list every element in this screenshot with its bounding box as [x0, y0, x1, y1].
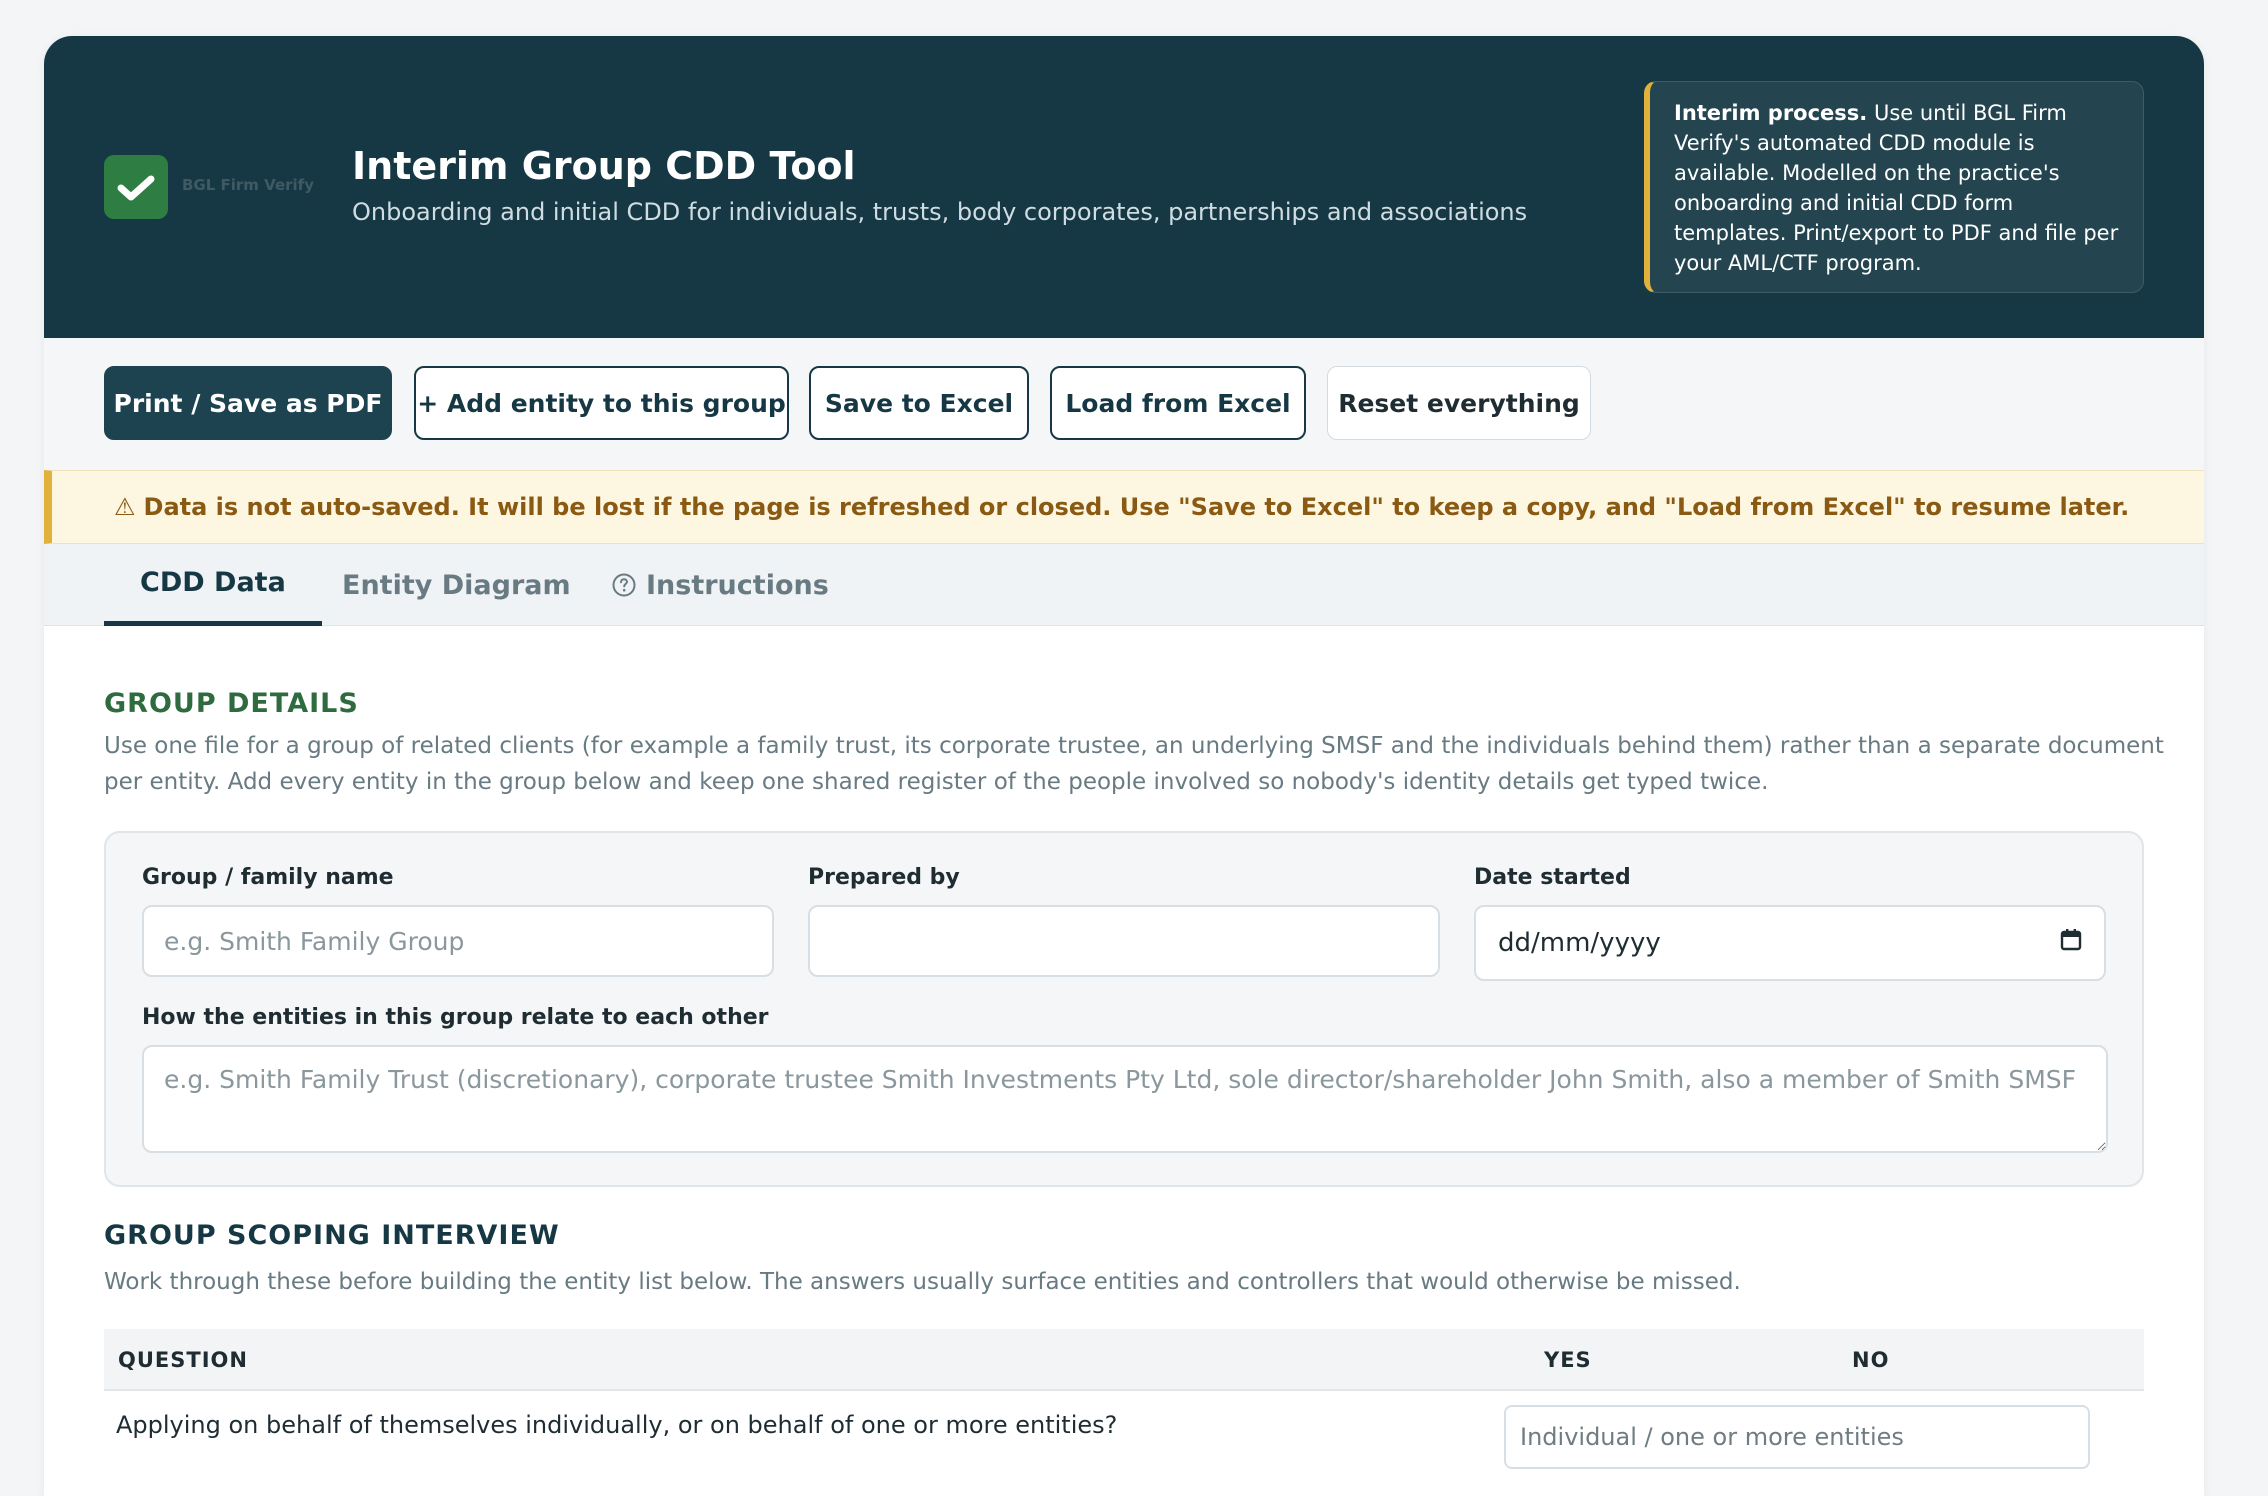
tab-instructions-label: Instructions	[646, 569, 829, 601]
calendar-icon[interactable]	[2060, 928, 2082, 959]
row-answer-input[interactable]	[1504, 1405, 2090, 1469]
tab-cdd-data-label: CDD Data	[140, 567, 286, 598]
date-started-value: dd/mm/yyyy	[1498, 928, 1661, 958]
group-details-title: GROUP DETAILS	[104, 688, 359, 719]
app-card: BGL Firm Verify Interim Group CDD Tool O…	[44, 36, 2204, 1496]
scoping-description: Work through these before building the e…	[104, 1269, 1741, 1295]
tab-entity-diagram-label: Entity Diagram	[342, 569, 571, 601]
load-excel-button[interactable]: Load from Excel	[1050, 366, 1306, 440]
print-pdf-button[interactable]: Print / Save as PDF	[104, 366, 392, 440]
unsaved-warning-banner: ⚠ Data is not auto-saved. It will be los…	[44, 470, 2204, 544]
prepared-by-label: Prepared by	[808, 865, 960, 890]
group-details-description: Use one file for a group of related clie…	[104, 733, 2164, 795]
group-name-input[interactable]	[142, 905, 774, 977]
date-started-label: Date started	[1474, 865, 1631, 890]
relation-textarea[interactable]	[142, 1045, 2108, 1153]
tab-cdd-data[interactable]: CDD Data	[104, 544, 322, 626]
tab-instructions[interactable]: Instructions	[612, 544, 829, 626]
save-excel-button[interactable]: Save to Excel	[809, 366, 1029, 440]
group-name-label: Group / family name	[142, 865, 394, 890]
relation-label: How the entities in this group relate to…	[142, 1005, 769, 1030]
scoping-table: QUESTION YES NO Applying on behalf of th…	[104, 1329, 2144, 1496]
app-header: BGL Firm Verify Interim Group CDD Tool O…	[44, 36, 2204, 338]
warning-icon: ⚠	[114, 493, 136, 521]
row-question: Applying on behalf of themselves individ…	[116, 1411, 1118, 1439]
prepared-by-input[interactable]	[808, 905, 1440, 977]
toolbar: Print / Save as PDF + Add entity to this…	[44, 338, 2204, 470]
page-subtitle: Onboarding and initial CDD for individua…	[352, 198, 1528, 226]
reset-button[interactable]: Reset everything	[1327, 366, 1591, 440]
scoping-title: GROUP SCOPING INTERVIEW	[104, 1220, 560, 1251]
scoping-table-header: QUESTION YES NO	[104, 1329, 2144, 1391]
question-circle-icon	[612, 573, 636, 597]
column-header-question: QUESTION	[118, 1348, 248, 1372]
date-started-input[interactable]: dd/mm/yyyy	[1474, 905, 2106, 981]
notice-text: Use until BGL Firm Verify's automated CD…	[1674, 101, 2119, 275]
tab-bar: CDD Data Entity Diagram Instructions	[44, 544, 2204, 626]
column-header-yes: YES	[1544, 1348, 1592, 1372]
logo-check-icon	[104, 155, 168, 219]
table-row: Applying on behalf of themselves individ…	[104, 1391, 2144, 1496]
warning-text: Data is not auto-saved. It will be lost …	[143, 493, 2130, 521]
tab-entity-diagram[interactable]: Entity Diagram	[342, 544, 571, 626]
group-details-form: Group / family name Prepared by Date sta…	[104, 831, 2144, 1187]
add-entity-button[interactable]: + Add entity to this group	[414, 366, 789, 440]
interim-notice: Interim process. Use until BGL Firm Veri…	[1644, 81, 2144, 293]
logo-text: BGL Firm Verify	[182, 176, 314, 194]
column-header-no: NO	[1852, 1348, 1890, 1372]
notice-heading: Interim process.	[1674, 101, 1868, 125]
page-title: Interim Group CDD Tool	[352, 144, 856, 188]
